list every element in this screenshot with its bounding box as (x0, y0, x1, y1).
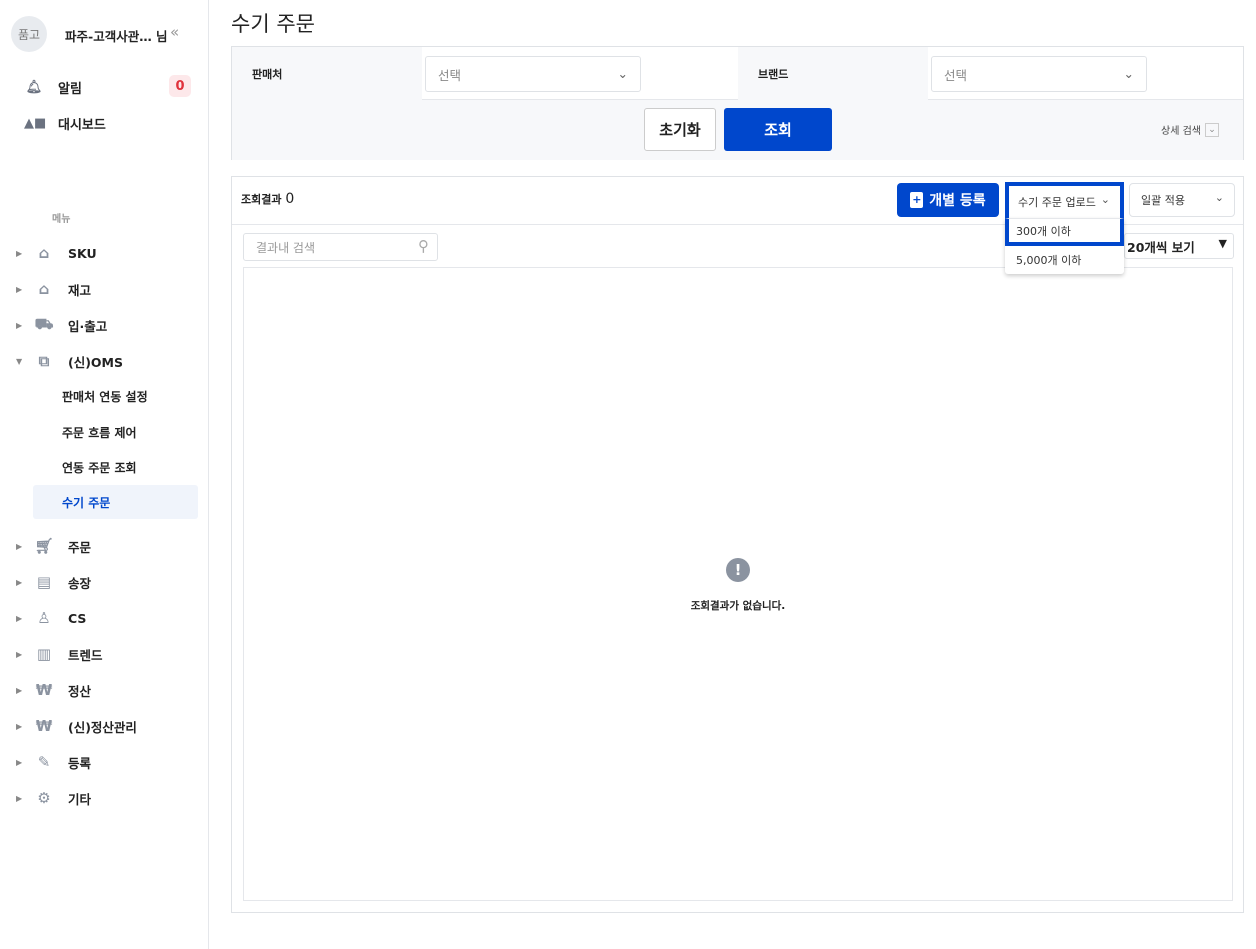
seller-placeholder: 선택 (438, 67, 462, 83)
won-icon: ₩ (35, 717, 53, 735)
label: CS (68, 610, 87, 626)
chevron-down-icon: ⌄ (1205, 122, 1219, 137)
label: 등록 (68, 755, 92, 771)
sidebar-item-etc[interactable]: ▶ ⚙ 기타 (16, 788, 91, 808)
upload-dropdown[interactable]: 수기 주문 업로드 ⌄ (1005, 182, 1124, 218)
reset-button[interactable]: 초기화 (644, 108, 716, 151)
empty-message: 조회결과가 없습니다. (690, 600, 786, 612)
alarm-label: 알림 (58, 82, 82, 97)
page-title: 수기 주문 (231, 12, 315, 36)
gear-icon: ⚙ (37, 789, 51, 807)
upload-option-300[interactable]: 300개 이하 (1005, 218, 1124, 246)
upload-menu: 300개 이하 5,000개 이하 (1005, 218, 1124, 274)
pencil-icon: ✎ (37, 753, 51, 771)
sidebar-item-trend[interactable]: ▶ ▥ 트렌드 (16, 644, 103, 664)
sidebar-item-inout[interactable]: ▶ ⛟ 입·출고 (16, 315, 107, 335)
result-count: 조회결과 0 (241, 191, 295, 207)
link-icon: ⧉ (38, 352, 50, 370)
collapse-sidebar-icon[interactable]: « (170, 23, 179, 41)
sidebar-item-order[interactable]: ▶ 🛒︎ 주문 (16, 536, 91, 556)
register-button[interactable]: + 개별 등록 (897, 183, 999, 217)
alert-icon: ! (726, 558, 750, 582)
sidebar-item-dashboard[interactable]: ▲■ 대시보드 (24, 114, 106, 133)
label: 트렌드 (68, 647, 103, 663)
label: 정산 (68, 683, 92, 699)
search-placeholder: 결과내 검색 (256, 240, 316, 255)
bulk-label: 일괄 적용 (1141, 194, 1185, 207)
sidebar-item-invoice[interactable]: ▶ ▤ 송장 (16, 572, 91, 592)
brand-placeholder: 선택 (944, 67, 968, 83)
chevron-down-icon: ⌄ (617, 66, 628, 81)
sidebar-item-cs[interactable]: ▶ ♙ CS (16, 608, 86, 628)
sidebar-sub-linked-orders[interactable]: 연동 주문 조회 (33, 450, 198, 484)
sidebar-sub-order-flow[interactable]: 주문 흐름 제어 (33, 415, 198, 449)
results-grid: ! 조회결과가 없습니다. (243, 267, 1233, 901)
upload-label: 수기 주문 업로드 (1018, 196, 1096, 209)
seller-label: 판매처 (232, 47, 422, 100)
result-search-input[interactable]: 결과내 검색 ⚲ (243, 233, 438, 261)
sidebar-item-sku[interactable]: ▶ ⌂ SKU (16, 243, 97, 263)
label: 송장 (68, 575, 92, 591)
label: 재고 (68, 282, 92, 298)
search-button[interactable]: 조회 (724, 108, 832, 151)
won-icon: ₩ (35, 681, 53, 699)
sidebar-item-new-settlement[interactable]: ▶ ₩ (신)정산관리 (16, 716, 137, 736)
brand-select[interactable]: 선택 ⌄ (931, 56, 1147, 92)
label: 기타 (68, 791, 92, 807)
register-label: 개별 등록 (929, 193, 986, 209)
bulk-apply-dropdown[interactable]: 일괄 적용 ⌄ (1129, 183, 1235, 217)
label: (신)정산관리 (68, 719, 137, 735)
search-icon[interactable]: ⚲ (418, 237, 429, 255)
chevron-down-icon: ▼ (1218, 237, 1227, 250)
invoice-icon: ▤ (36, 573, 52, 591)
sidebar-item-settlement[interactable]: ▶ ₩ 정산 (16, 680, 91, 700)
per-page-label: 20개씩 보기 (1127, 239, 1195, 255)
label: (신)OMS (68, 354, 123, 370)
chart-icon: ▥ (36, 645, 52, 663)
person-icon: ♙ (37, 609, 51, 627)
filter-panel: 판매처 선택 ⌄ 브랜드 선택 ⌄ 초기화 조회 상세 검색 ⌄ (231, 46, 1244, 160)
label: SKU (68, 245, 97, 261)
truck-icon: ⛟ (34, 315, 54, 333)
sidebar-item-register[interactable]: ▶ ✎ 등록 (16, 752, 91, 772)
chevron-down-icon: ⌄ (1214, 191, 1224, 204)
bell-icon: 🔔︎ (25, 80, 43, 95)
user-name[interactable]: 파주-고객사관… 님 (65, 26, 168, 45)
chevron-down-icon: ⌄ (1100, 193, 1110, 206)
dashboard-icon: ▲■ (24, 116, 47, 131)
label: 주문 (68, 539, 92, 555)
upload-option-5000[interactable]: 5,000개 이하 (1005, 246, 1124, 274)
sidebar-item-alarm[interactable]: 🔔︎ 알림 (24, 78, 82, 97)
label: 입·출고 (68, 318, 108, 334)
brand-label: 브랜드 (738, 47, 928, 100)
chevron-down-icon: ⌄ (1123, 66, 1134, 81)
alarm-count-badge: 0 (169, 75, 191, 97)
per-page-select[interactable]: 20개씩 보기 ▼ (1124, 233, 1234, 259)
sidebar-item-oms[interactable]: ▼ ⧉ (신)OMS (16, 351, 123, 371)
file-add-icon: + (910, 192, 924, 208)
dashboard-label: 대시보드 (58, 118, 106, 133)
bag-icon: ⌂ (38, 244, 50, 262)
sidebar-item-inventory[interactable]: ▶ ⌂ 재고 (16, 279, 91, 299)
cart-icon: 🛒︎ (34, 537, 54, 555)
avatar[interactable]: 품고 (11, 16, 47, 52)
warehouse-icon: ⌂ (38, 280, 50, 298)
advanced-label: 상세 검색 (1161, 126, 1201, 137)
menu-heading: 메뉴 (52, 214, 71, 225)
advanced-search-toggle[interactable]: 상세 검색 ⌄ (1161, 122, 1219, 137)
results-panel: 조회결과 0 + 개별 등록 수기 주문 업로드 ⌄ 일괄 적용 ⌄ 결과내 검색 ⚲ … (231, 176, 1244, 913)
sidebar-sub-manual-order[interactable]: 수기 주문 (33, 485, 198, 519)
sidebar-sub-seller-link[interactable]: 판매처 연동 설정 (33, 379, 198, 413)
seller-select[interactable]: 선택 ⌄ (425, 56, 641, 92)
sidebar: 품고 파주-고객사관… 님 « 🔔︎ 알림 0 ▲■ 대시보드 메뉴 ▶ ⌂ SKU ▶… (0, 0, 209, 949)
